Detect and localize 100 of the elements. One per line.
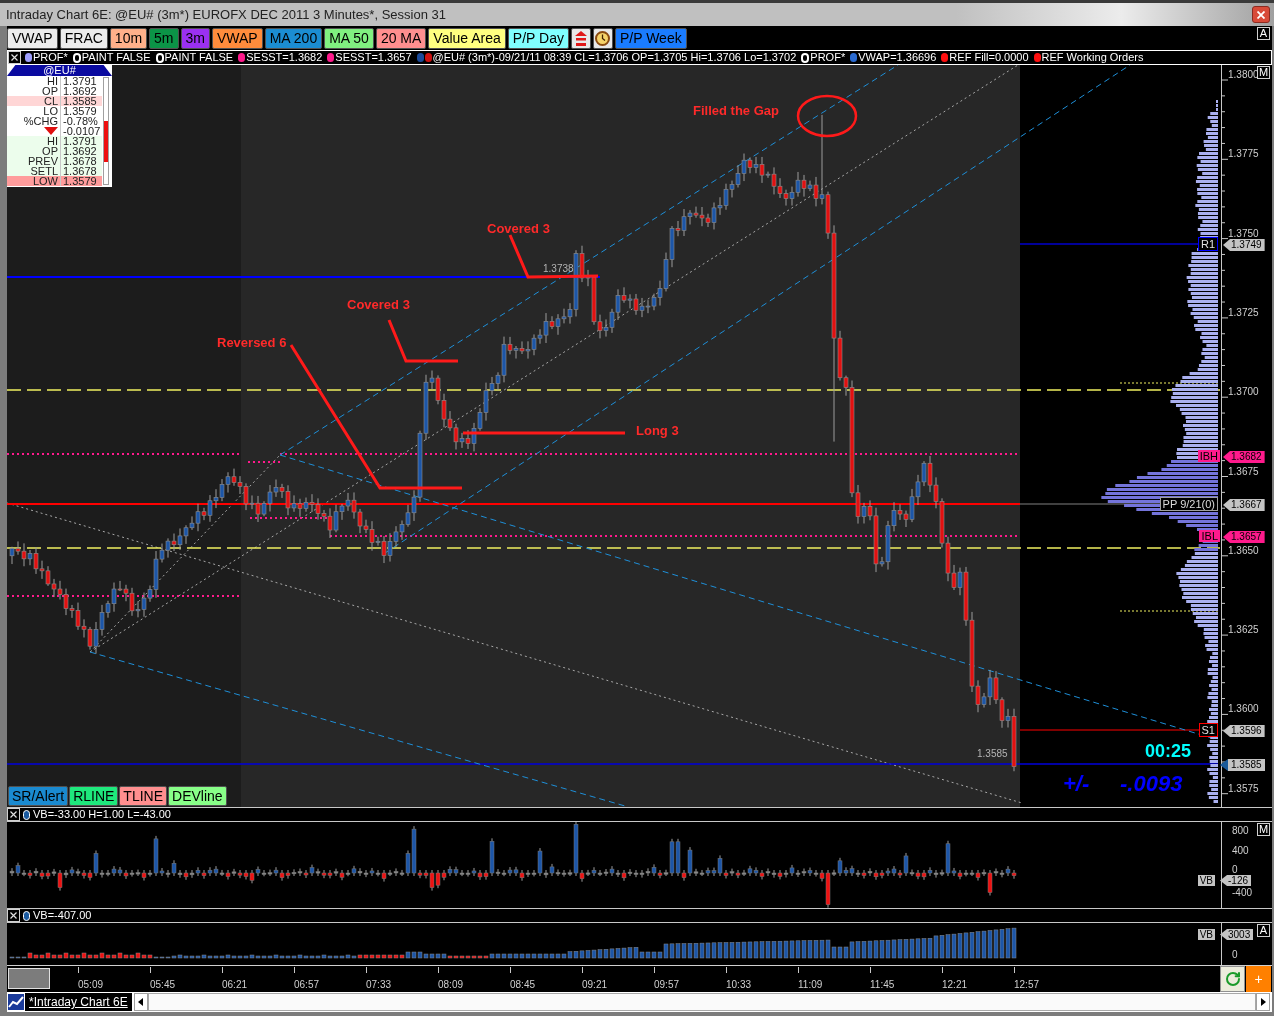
refresh-icon (1224, 971, 1241, 987)
quote-label: CL (43, 96, 58, 106)
quote-value: 1.3579 (62, 176, 97, 186)
left-arrow-icon (138, 998, 144, 1006)
price-note: 1.3585 (977, 749, 1008, 759)
price-tick-label: 1.3575 (1228, 783, 1259, 794)
price-tick-label: 1.3625 (1228, 625, 1259, 636)
time-label: 11:09 (798, 979, 823, 990)
close-icon (10, 811, 17, 818)
scale-mode-button[interactable]: M (1257, 823, 1270, 836)
time-label: 11:45 (870, 979, 895, 990)
indicator-button[interactable]: Value Area (428, 27, 506, 49)
drawing-tool-button[interactable]: SR/Alert (8, 786, 69, 806)
drawing-tool-button[interactable]: DEVline (168, 786, 227, 806)
drawing-tool-button[interactable]: TLINE (119, 786, 168, 806)
drawing-tool-button[interactable]: RLINE (69, 786, 119, 806)
close-icon (10, 912, 17, 919)
alert-button[interactable] (570, 27, 591, 49)
indicator-tick-label: 400 (1232, 846, 1249, 856)
legend-text: PAINT FALSE (81, 51, 151, 64)
clock-icon (595, 30, 611, 46)
price-tick-label: 1.3650 (1228, 545, 1259, 556)
time-label: 08:09 (438, 979, 464, 990)
quote-value: 1.3678 (62, 156, 97, 166)
horizontal-scrollbar[interactable] (147, 993, 1256, 1011)
value-tag: -126 (1220, 875, 1251, 886)
right-arrow-icon (1260, 998, 1266, 1006)
legend-text: SESST=1.3682 (246, 51, 323, 64)
indicator-button[interactable]: VWAP (7, 27, 58, 49)
scale-mode-button[interactable]: A (1257, 27, 1270, 40)
indicator-legend: VB=-407.00 (33, 909, 92, 922)
price-tag: 1.3585 (1228, 759, 1265, 771)
quote-label: LO (43, 106, 58, 116)
arrow-bars-icon (574, 30, 587, 46)
value-tag: 3003 (1220, 929, 1254, 940)
chart-annotation: Covered 3 (347, 297, 410, 312)
indicator-button[interactable]: P/P Day (507, 27, 569, 49)
time-label: 08:45 (510, 979, 536, 990)
legend-text: REF Working Orders (1041, 51, 1144, 64)
chart-tab[interactable]: *Intraday Chart 6E (25, 993, 132, 1011)
time-label: 05:09 (78, 979, 104, 990)
overview-handle[interactable] (8, 968, 50, 989)
quote-value: -0.0107 (62, 126, 101, 136)
time-label: 09:21 (582, 979, 608, 990)
legend-text: @EU# (3m*)-09/21/11 08:39 CL=1.3706 OP=1.3705 Hi=1.3706 Lo=1.3702 (432, 51, 797, 64)
price-tag: 1.3749 (1223, 239, 1265, 251)
time-label: 06:57 (294, 979, 320, 990)
time-label: 06:21 (222, 979, 248, 990)
quote-value: 1.3678 (62, 166, 97, 176)
indicator-button[interactable]: 5m (149, 27, 179, 49)
window-title: Intraday Chart 6E: @EU# (3m*) EUROFX DEC 2011 3 Minutes*, Session 31 (6, 6, 446, 23)
time-label: 05:45 (150, 979, 176, 990)
quote-value: 1.3585 (62, 96, 97, 106)
range-label: IBL (1199, 530, 1220, 542)
clock-button[interactable] (592, 27, 613, 49)
price-tag: 1.3682 (1223, 451, 1265, 463)
highlight-ellipse (796, 94, 858, 138)
indicator-button[interactable]: FRAC (59, 27, 108, 49)
quote-label: %CHG (23, 116, 58, 126)
price-tick-label: 1.3775 (1228, 149, 1259, 160)
indicator-button[interactable]: MA 200 (264, 27, 323, 49)
close-icon (1257, 10, 1265, 19)
price-tick-label: 1.3750 (1228, 228, 1259, 239)
close-button[interactable] (1252, 6, 1270, 23)
indicator-button[interactable]: VWAP (212, 27, 263, 49)
scroll-right-button[interactable] (1256, 993, 1270, 1011)
price-tag: 1.3657 (1223, 531, 1265, 543)
legend-text: VWAP=1.36696 (858, 51, 937, 64)
time-label: 12:57 (1014, 979, 1040, 990)
indicator-button[interactable]: 20 MA (375, 27, 427, 49)
time-label: 07:33 (366, 979, 392, 990)
quote-label: OP (42, 146, 58, 156)
indicator-button[interactable]: MA 50 (324, 27, 374, 49)
indicator-button[interactable]: 3m (180, 27, 210, 49)
scale-mode-button[interactable]: M (1257, 66, 1270, 79)
time-label: 12:21 (942, 979, 968, 990)
series-label: VB (1197, 875, 1215, 886)
refresh-button[interactable] (1220, 966, 1245, 992)
indicator-tick-label: -400 (1232, 888, 1252, 898)
scale-mode-button[interactable]: A (1257, 924, 1270, 937)
change-label: +/- (1063, 772, 1090, 796)
pivot-label: R1 (1197, 237, 1218, 251)
price-level-line (247, 461, 283, 463)
price-tag: 1.3596 (1223, 725, 1265, 737)
indicator-button[interactable]: 10m (109, 27, 148, 49)
symbol-header: @EU# (7, 65, 112, 76)
price-tick-label: 1.3700 (1228, 387, 1259, 398)
price-tick-label: 1.3675 (1228, 466, 1259, 477)
legend-text: PROF* (33, 51, 68, 64)
scroll-left-button[interactable] (133, 993, 148, 1011)
indicator-button[interactable]: P/P Week (614, 27, 687, 49)
legend-text: PROF* (810, 51, 846, 64)
quote-label: SETL (30, 166, 58, 176)
series-label: VB (1197, 929, 1215, 940)
time-label: 09:57 (654, 979, 680, 990)
change-value: -.0093 (1120, 772, 1183, 796)
quote-value: 1.3791 (63, 76, 97, 86)
price-tick-label: 1.3725 (1228, 307, 1259, 318)
indicator-legend: VB=-33.00 H=1.00 L=-43.00 (33, 808, 171, 821)
chart-annotation: Reversed 6 (217, 335, 287, 350)
